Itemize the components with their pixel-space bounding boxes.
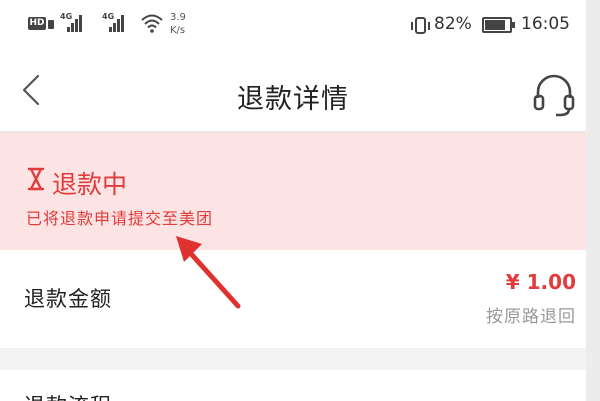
right-edge: [586, 0, 600, 401]
page-title: 退款详情: [237, 84, 349, 115]
refund-method: 按原路退回: [486, 307, 576, 327]
app-screen: HD 4G 4G 3.9 K/s 82% 16:05 退款详情 退款中 已将退款…: [0, 0, 586, 401]
battery-icon: [482, 17, 515, 33]
battery-fill: [485, 20, 505, 30]
headset-icon[interactable]: [528, 68, 580, 120]
network-type-2: 4G: [102, 12, 115, 21]
section-divider: [0, 348, 586, 370]
wifi-icon: [141, 14, 163, 33]
refund-status-banner: 退款中: [0, 132, 586, 250]
refund-process-section[interactable]: 退款流程: [0, 370, 586, 401]
clock: 16:05: [521, 14, 570, 34]
signal-icon-2: 4G: [102, 12, 124, 32]
network-type-1: 4G: [60, 12, 73, 21]
network-speed: 3.9 K/s: [170, 11, 186, 37]
refund-amount-value: ¥ 1.00: [505, 270, 576, 294]
speed-unit: K/s: [170, 25, 186, 36]
battery-percent: 82%: [434, 14, 472, 34]
annotation-arrow-icon: [176, 236, 241, 309]
status-bar: HD 4G 4G 3.9 K/s 82% 16:05: [0, 0, 586, 52]
refund-process-label: 退款流程: [24, 390, 112, 401]
hourglass-icon: [27, 167, 45, 191]
refund-status-title: 退款中: [52, 170, 128, 199]
refund-status-description: 已将退款申请提交至美团: [26, 209, 214, 228]
refund-amount-row: 退款金额 ¥ 1.00 按原路退回: [0, 250, 586, 348]
hd-badge: HD: [28, 17, 46, 30]
refund-amount-label: 退款金额: [24, 287, 112, 311]
speed-value: 3.9: [170, 12, 186, 23]
title-bar: 退款详情: [0, 52, 586, 132]
hd-sub-icon: [48, 20, 54, 29]
vibrate-icon: [411, 17, 430, 34]
signal-icon-1: 4G: [60, 12, 82, 32]
